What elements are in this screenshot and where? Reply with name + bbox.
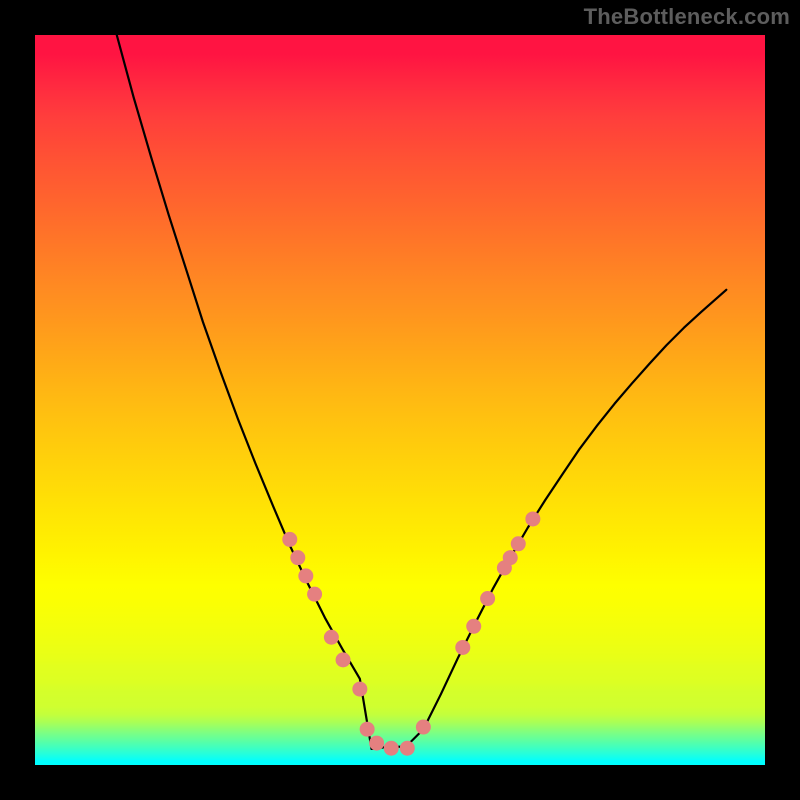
main-curve (117, 35, 727, 749)
curve-marker (282, 532, 297, 547)
plot-area (35, 35, 765, 765)
curve-marker (480, 591, 495, 606)
curve-marker (360, 722, 375, 737)
curve-marker (324, 630, 339, 645)
curve-marker (525, 511, 540, 526)
curve-marker (352, 682, 367, 697)
curve-marker (503, 550, 518, 565)
curve-marker (298, 568, 313, 583)
chart-frame: TheBottleneck.com (0, 0, 800, 800)
curve-marker (307, 587, 322, 602)
curve-marker (511, 536, 526, 551)
curve-marker (466, 619, 481, 634)
curve-marker (384, 741, 399, 756)
curve-marker (336, 652, 351, 667)
curve-marker (400, 741, 415, 756)
curve-marker (416, 720, 431, 735)
curve-marker (369, 736, 384, 751)
watermark-text: TheBottleneck.com (584, 4, 790, 30)
curve-svg (35, 35, 765, 765)
curve-marker (290, 550, 305, 565)
curve-markers (282, 511, 540, 755)
curve-marker (455, 640, 470, 655)
